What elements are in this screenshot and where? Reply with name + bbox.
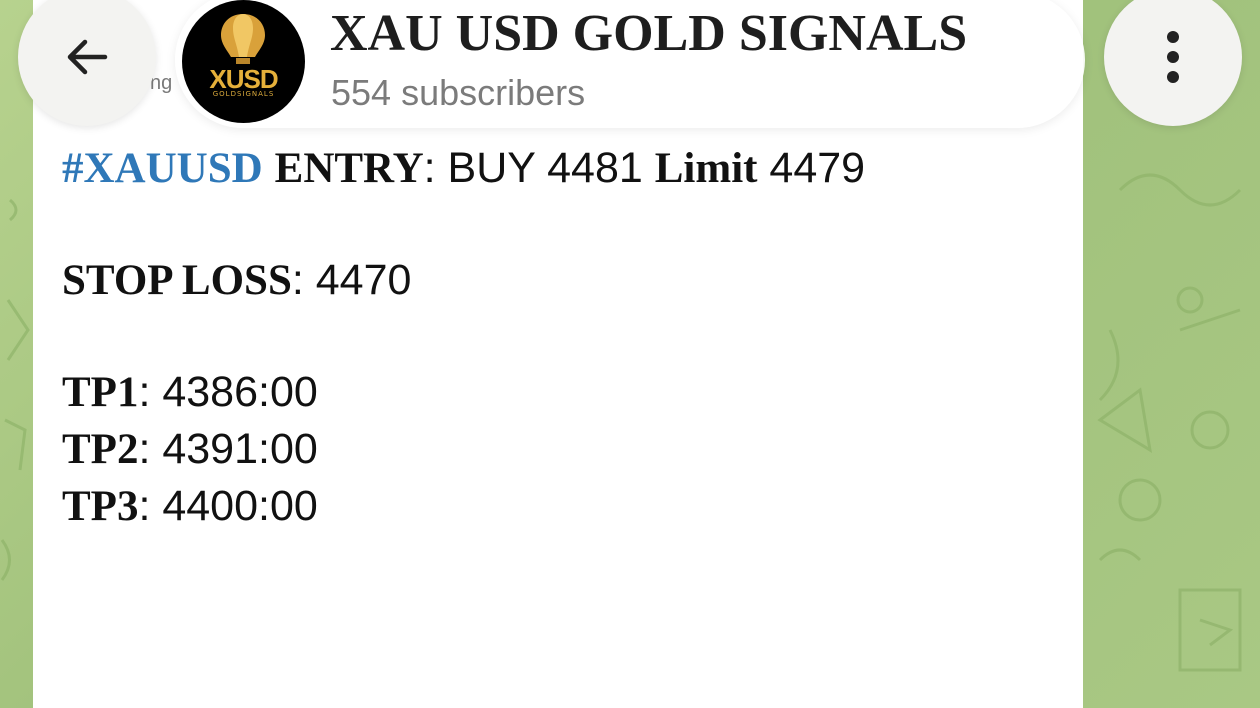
arrow-left-icon	[67, 39, 108, 75]
tp2-line: TP2: 4391:00	[62, 421, 865, 478]
tp3-line: TP3: 4400:00	[62, 478, 865, 535]
tp3-label: TP3	[62, 483, 139, 530]
more-options-button[interactable]	[1104, 0, 1242, 126]
more-vertical-icon	[1167, 31, 1179, 83]
entry-label: ENTRY	[274, 145, 424, 192]
entry-value: : BUY 4481	[423, 144, 655, 192]
gold-bulb-icon	[221, 14, 265, 64]
tp1-label: TP1	[62, 369, 139, 416]
stop-loss-value: : 4470	[291, 256, 412, 304]
entry-line: #XAUUSD ENTRY: BUY 4481 Limit 4479	[62, 140, 865, 197]
channel-title[interactable]: XAU USD GOLD SIGNALS	[330, 4, 967, 63]
tp1-line: TP1: 4386:00	[62, 364, 865, 421]
avatar-sub-text: GOLDSIGNALS	[212, 90, 275, 98]
limit-value: 4479	[757, 144, 866, 192]
tp2-value: : 4391:00	[138, 425, 318, 473]
limit-label: Limit	[654, 145, 758, 192]
tp3-value: : 4400:00	[138, 482, 318, 530]
subscriber-count: 554 subscribers	[331, 72, 586, 113]
hashtag-link[interactable]: #XAUUSD	[62, 145, 263, 192]
signal-message: #XAUUSD ENTRY: BUY 4481 Limit 4479 STOP …	[62, 140, 865, 535]
stop-loss-label: STOP LOSS	[62, 257, 292, 304]
tp2-label: TP2	[62, 426, 139, 473]
tp1-value: : 4386:00	[138, 368, 318, 416]
stop-loss-line: STOP LOSS: 4470	[62, 252, 865, 309]
channel-avatar[interactable]: XUSD GOLDSIGNALS	[182, 0, 305, 123]
